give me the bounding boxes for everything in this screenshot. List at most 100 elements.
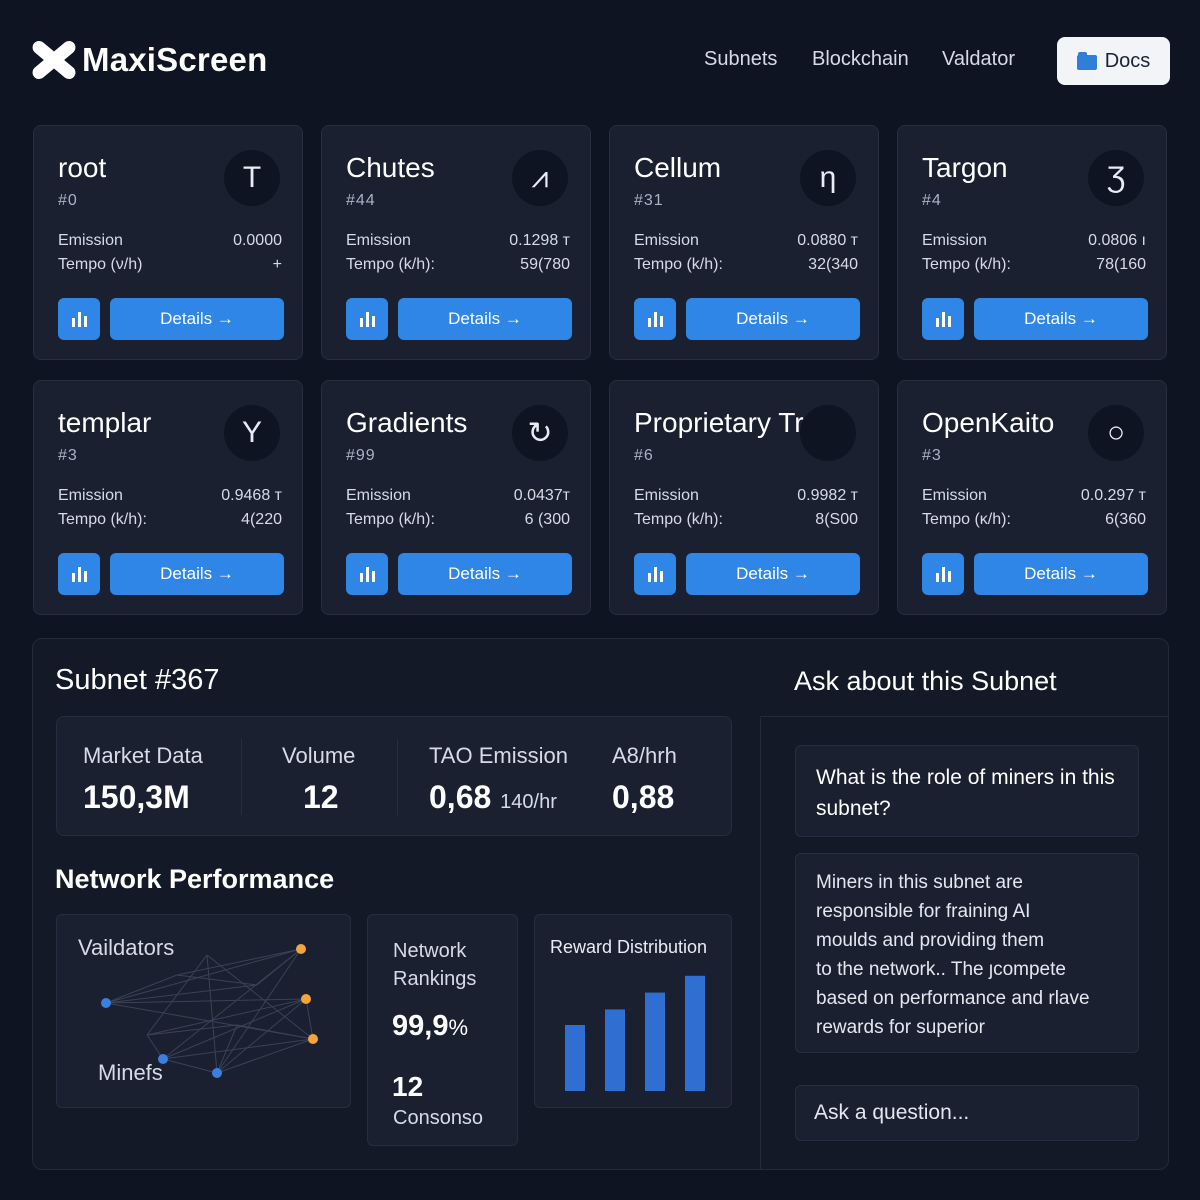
details-button[interactable]: Details → [686,298,860,340]
rankings-sub: Consonso [393,1107,484,1129]
rankings-count: 12 [392,1071,424,1102]
details-button[interactable]: Details → [686,553,860,595]
assistant-answer-bubble: Miners in this subnet are responsible fo… [795,853,1139,1053]
emission-label: Emission [922,232,987,249]
chart-button[interactable] [634,298,676,340]
chat-header-divider [760,716,1168,717]
tempo-value: 78(160 [1096,256,1146,273]
chart-button[interactable] [634,553,676,595]
answer-line: rewards for superior [816,1017,985,1038]
answer-line: based on performance and rlave [816,988,1090,1009]
emission-label: Emission [634,232,699,249]
chart-button[interactable] [58,553,100,595]
emission-value: 0.0.297 т [1080,487,1146,504]
validator-node [308,1034,318,1044]
tempo-label: Tempo (k/h): [346,511,435,528]
nav-blockchain[interactable]: Blockchain [812,48,909,71]
graph-edge [146,998,307,1036]
subnet-card[interactable]: Gradients #99 ↻ Emission 0.0437т Tempo (k/h):… [321,380,591,615]
docs-label: Docs [1104,49,1151,72]
subnet-card[interactable]: Proprietary Tradi.. #6 Emission 0.9982 т Tem… [609,380,879,615]
stat-market-data: Market Data 150,3M [83,743,203,816]
chart-button[interactable] [346,298,388,340]
reward-bar [605,1009,625,1091]
miner-node [101,998,111,1008]
subnet-card[interactable]: root #0 T Emission 0.0000 Tempo (ν/h) + Details… [33,125,303,360]
stat-unit: 140/hr [500,791,557,813]
emission-label: Emission [346,232,411,249]
tempo-row: Tempo (ν/h) + [58,256,282,274]
answer-line: Miners in this subnet are [816,872,1023,893]
docs-button[interactable]: Docs [1057,37,1170,85]
details-button[interactable]: Details → [398,553,572,595]
tempo-label: Tempo (k/h): [922,256,1011,273]
user-question-bubble: What is the role of miners in this subne… [795,745,1139,837]
chart-button[interactable] [58,298,100,340]
emission-label: Emission [922,487,987,504]
details-button[interactable]: Details → [110,553,284,595]
bar-chart-icon [935,567,951,582]
subnet-number: #44 [346,192,376,209]
bar-chart-icon [71,312,87,327]
graph-edge [305,998,314,1040]
tempo-value: 6(360 [1105,511,1146,528]
subnet-number: #31 [634,192,664,209]
emission-label: Emission [58,232,123,249]
graph-edge [216,1038,314,1074]
answer-line: to the network.. The ȷcompete [816,959,1066,980]
details-button[interactable]: Details → [974,553,1148,595]
validator-node [301,994,311,1004]
subnet-glyph-icon: ↻ [512,405,568,461]
rankings-label: Network Rankings [393,940,477,990]
bar-chart-icon [359,567,375,582]
rankings-percent: 99,9% [392,1010,469,1042]
emission-value: 0.0880 т [797,232,858,249]
tempo-row: Tempo (k/h): 32(340 [634,256,858,274]
bar-chart-icon [935,312,951,327]
subnet-card[interactable]: OpenKaito #3 ○ Emission 0.0.297 т Tempo (κ/h)… [897,380,1167,615]
subnet-name: Gradients [346,407,468,438]
chat-title: Ask about this Subnet [794,666,1057,696]
subnet-number: #3 [58,447,78,464]
tempo-value: 4(220 [241,511,282,528]
graph-edge [236,1024,314,1040]
nav-subnets[interactable]: Subnets [704,48,777,71]
emission-row: Emission 0.9982 т [634,487,858,505]
tempo-value: + [272,256,282,273]
divider [241,739,242,815]
subnet-glyph-icon: ⩘ [512,150,568,206]
emission-value: 0.0437т [513,487,570,504]
nav-validator[interactable]: Valdator [942,48,1015,71]
emission-value: 0.0000 [233,232,282,249]
stat-label: TAO Emission [429,743,568,768]
subnet-name: Chutes [346,152,435,183]
subnet-card[interactable]: Cellum #31 η Emission 0.0880 т Tempo (k/h): 32… [609,125,879,360]
stat-label: Volume [282,743,356,768]
stat-value: 12 [303,779,339,815]
chart-button[interactable] [346,553,388,595]
emission-row: Emission 0.0000 [58,232,282,250]
ask-question-input[interactable] [795,1085,1139,1141]
folder-icon [1076,52,1097,70]
subnet-card[interactable]: templar #3 Y Emission 0.9468 т Tempo (k/h): 4(… [33,380,303,615]
subnet-number: #0 [58,192,78,209]
tempo-label: Tempo (k/h): [346,256,435,273]
details-button[interactable]: Details → [110,298,284,340]
subnet-card[interactable]: Targon #4 Ʒ Emission 0.0806 ı Tempo (k/h): 78(… [897,125,1167,360]
subnet-card[interactable]: Chutes #44 ⩘ Emission 0.1298 т Tempo (k/h): 59… [321,125,591,360]
details-button[interactable]: Details → [398,298,572,340]
stat-value: 150,3M [83,779,190,815]
subnet-glyph-icon [800,405,856,461]
details-button[interactable]: Details → [974,298,1148,340]
chart-button[interactable] [922,298,964,340]
reward-distribution: Reward Distribution [534,914,732,1108]
chart-button[interactable] [922,553,964,595]
reward-bars-svg [565,975,705,1091]
subnet-glyph-icon: Y [224,405,280,461]
brand-logo[interactable]: MaxiScreen [29,38,267,82]
tempo-value: 59(780 [520,256,570,273]
reward-bar [565,1025,585,1091]
validator-miner-graph: Vaildators Minefs [56,914,351,1108]
emission-row: Emission 0.0880 т [634,232,858,250]
stat-value: 0,68 140/hr [429,779,557,815]
